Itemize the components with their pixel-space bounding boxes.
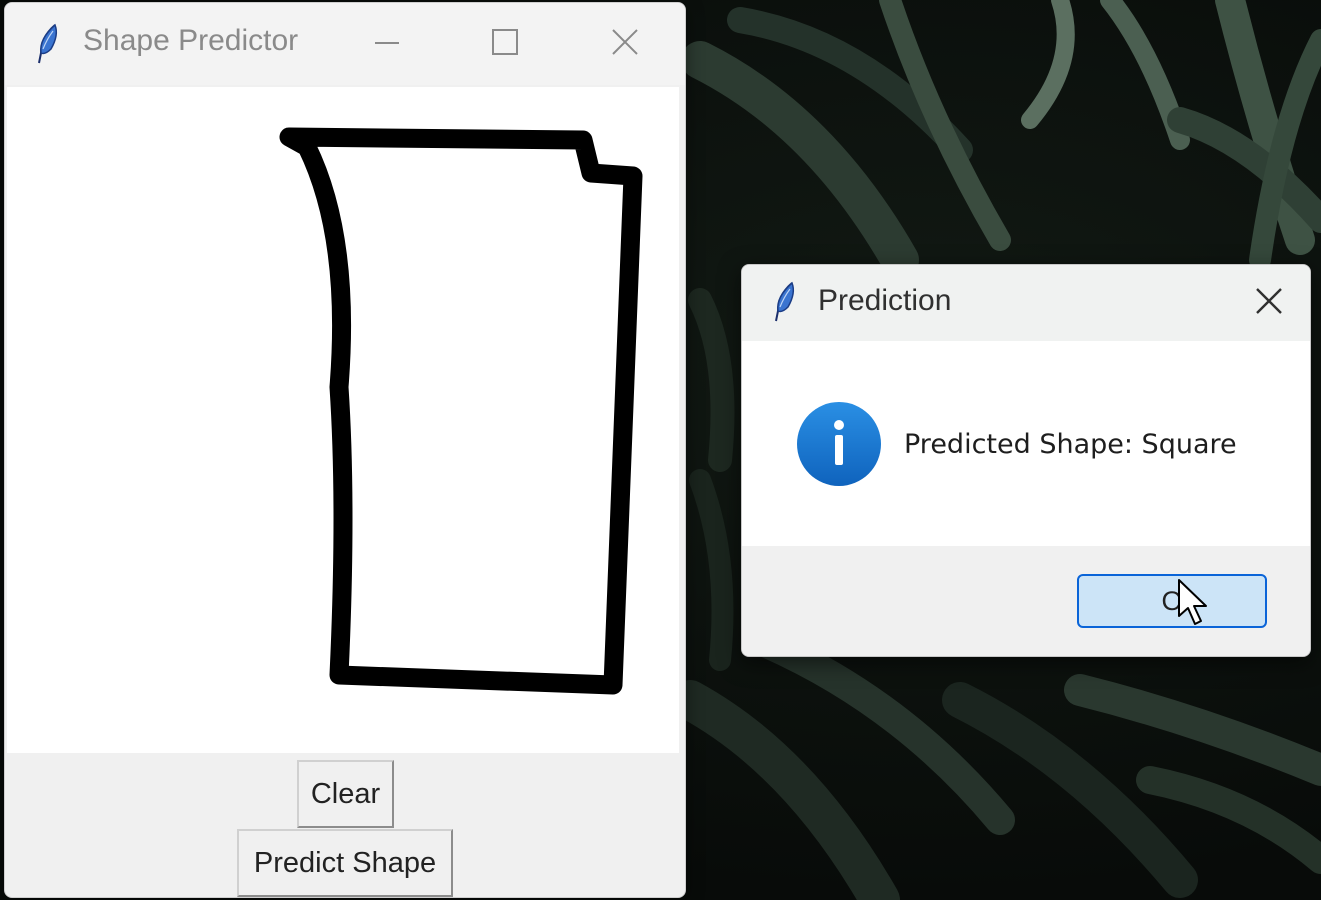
close-icon bbox=[612, 29, 638, 55]
drawn-shape-stroke bbox=[279, 127, 643, 695]
maximize-icon bbox=[492, 29, 518, 55]
predict-shape-button[interactable]: Predict Shape bbox=[237, 829, 453, 897]
drawing-canvas[interactable] bbox=[7, 87, 679, 753]
maximize-button[interactable] bbox=[475, 17, 535, 69]
close-button[interactable] bbox=[595, 17, 655, 69]
window-title: Shape Predictor bbox=[83, 24, 299, 57]
close-icon bbox=[1256, 288, 1282, 314]
dialog-title-bar[interactable]: Prediction bbox=[742, 265, 1310, 341]
ok-button[interactable]: O bbox=[1077, 574, 1267, 628]
info-icon bbox=[797, 402, 881, 486]
feather-icon bbox=[38, 23, 58, 64]
title-bar[interactable]: Shape Predictor bbox=[5, 3, 685, 85]
minimize-button[interactable] bbox=[357, 17, 417, 69]
prediction-message: Predicted Shape: Square bbox=[904, 429, 1237, 460]
shape-predictor-window: Shape Predictor Clear Predict Shape bbox=[4, 2, 686, 898]
mouse-cursor-icon bbox=[1178, 579, 1207, 625]
clear-button[interactable]: Clear bbox=[297, 760, 394, 828]
minimize-icon bbox=[375, 42, 399, 44]
dialog-close-button[interactable] bbox=[1244, 279, 1294, 325]
dialog-title: Prediction bbox=[818, 284, 952, 317]
feather-icon bbox=[775, 281, 795, 322]
